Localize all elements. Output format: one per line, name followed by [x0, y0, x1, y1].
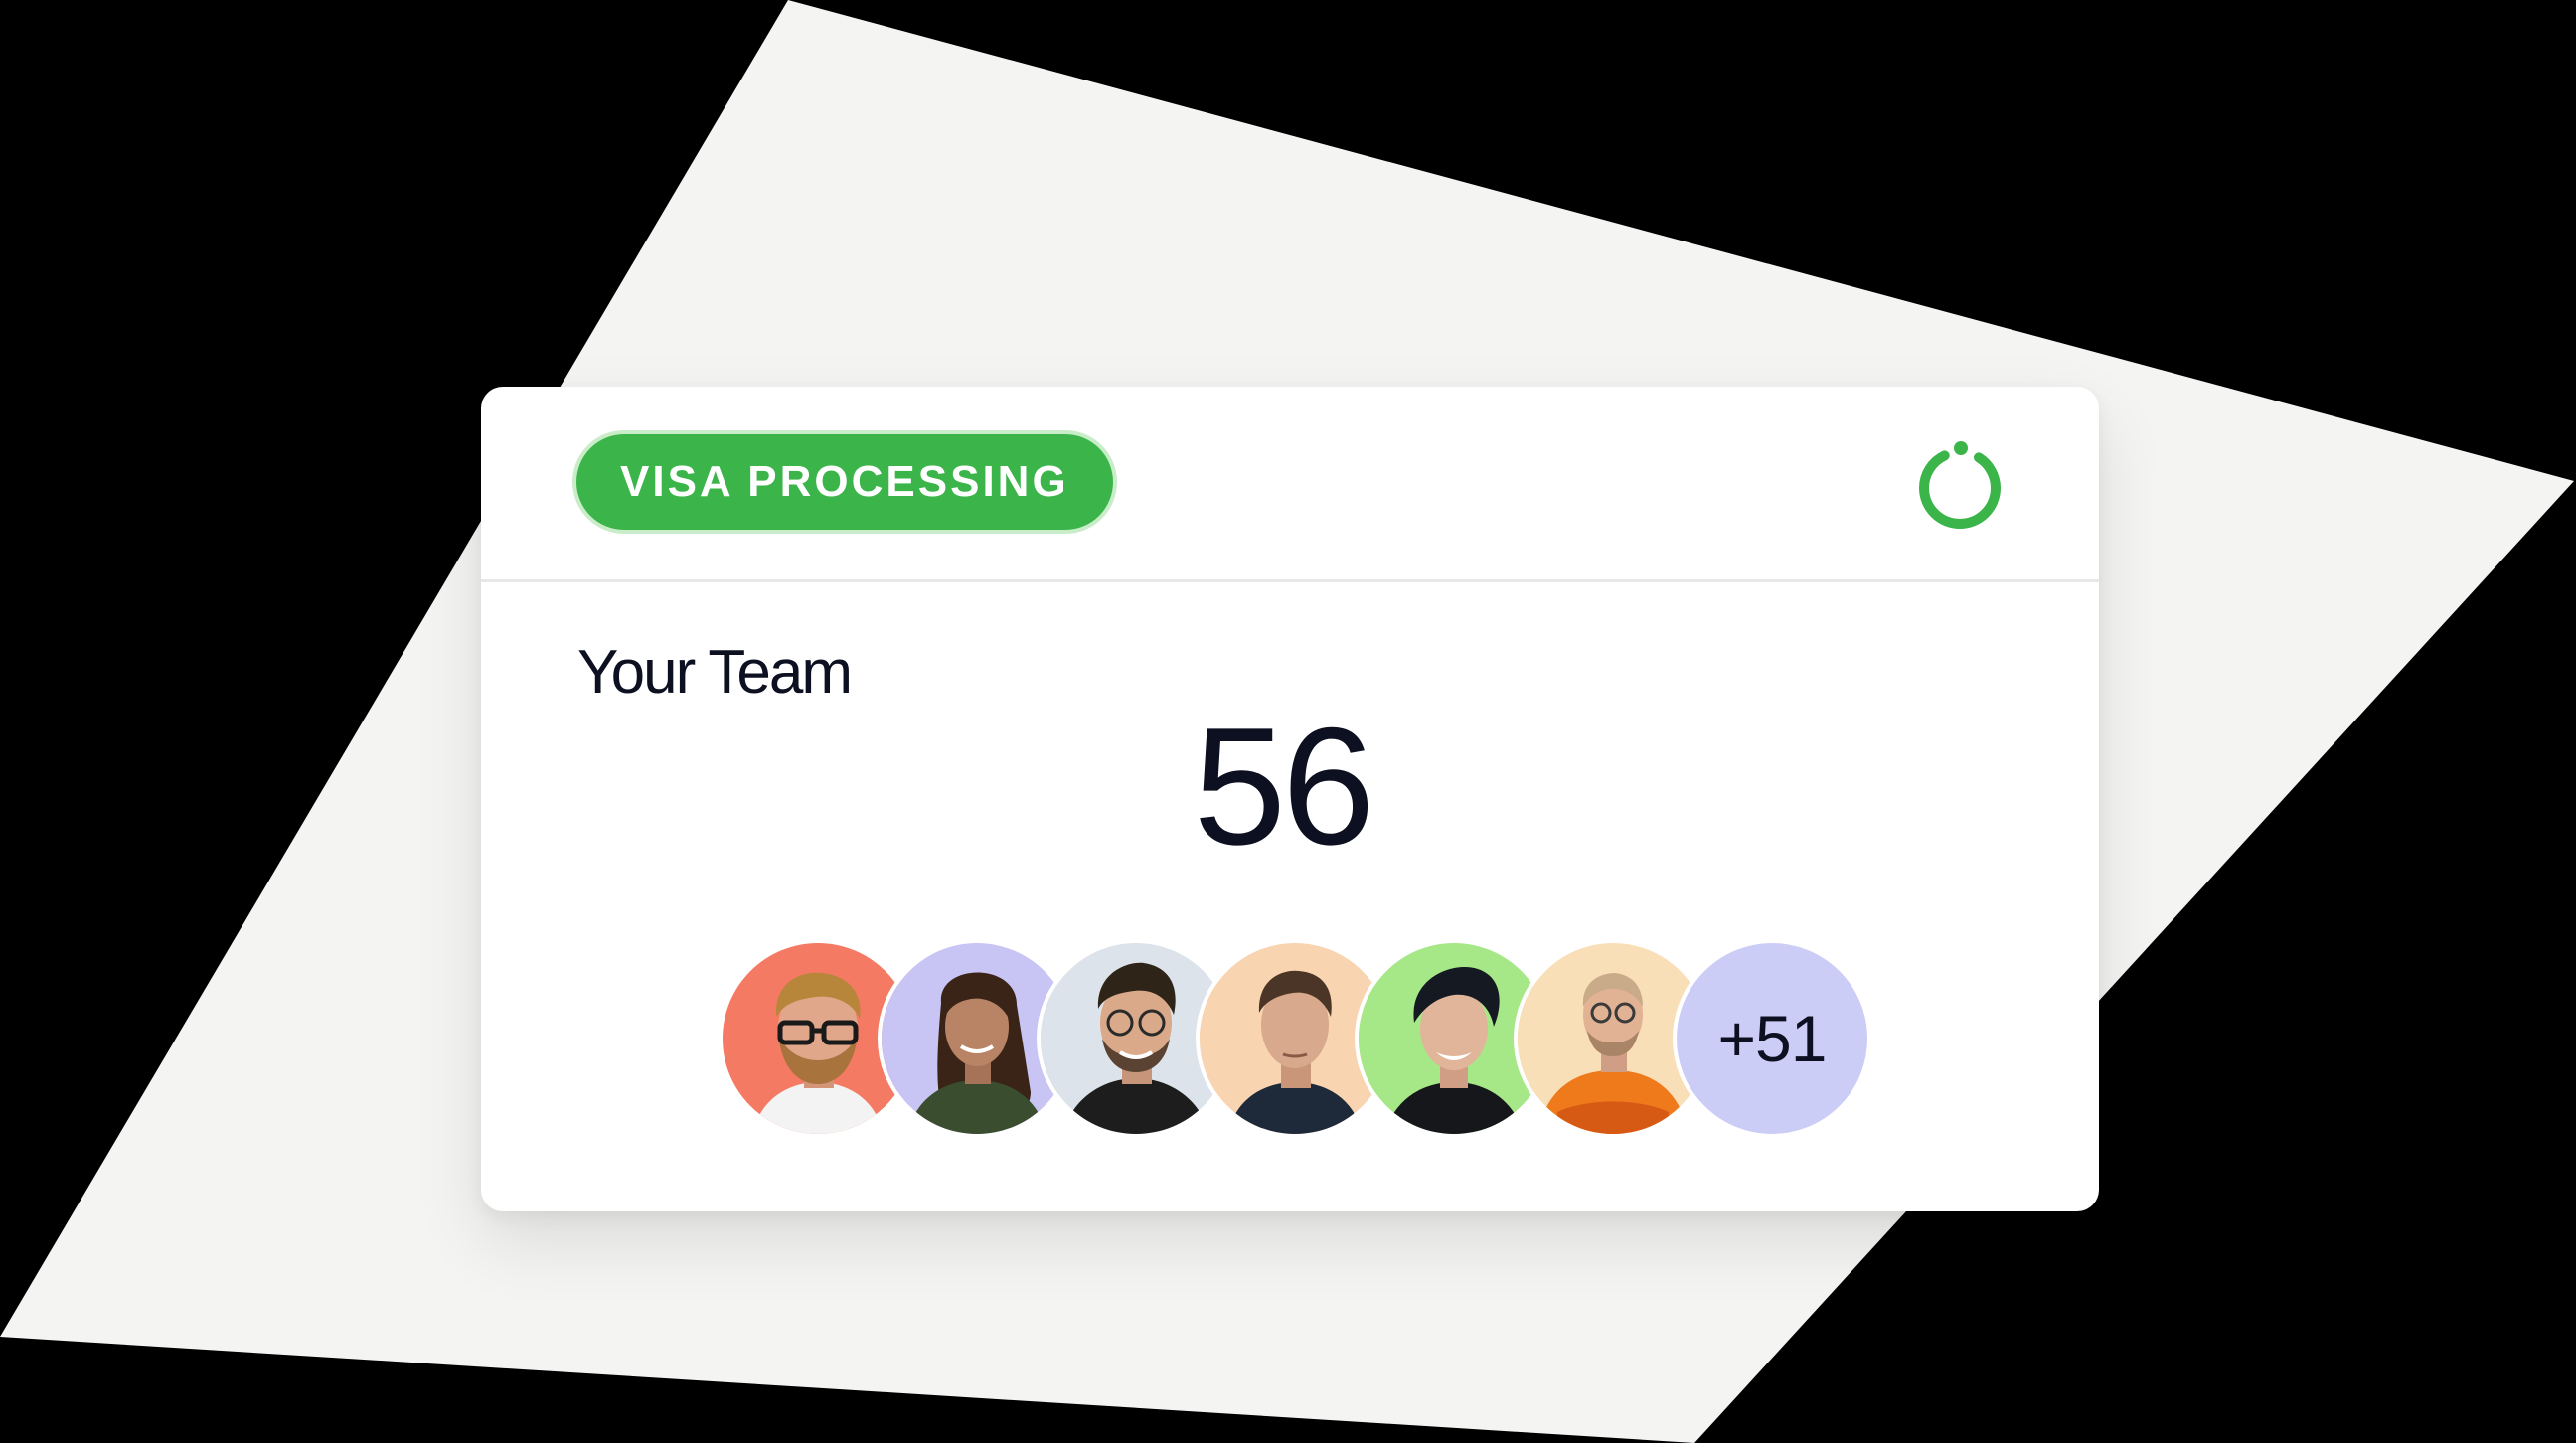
- avatar-stack: +51: [719, 939, 1911, 1138]
- section-title: Your Team: [577, 638, 853, 707]
- team-count: 56: [481, 703, 2099, 870]
- team-count-value: 56: [1193, 693, 1375, 880]
- card-header: VISA PROCESSING: [481, 387, 2099, 582]
- loading-ring-icon: [1919, 441, 2001, 529]
- stage: VISA PROCESSING Your Team 56 +51: [0, 0, 2576, 1443]
- team-card: VISA PROCESSING Your Team 56 +51: [481, 387, 2099, 1211]
- visa-processing-badge[interactable]: VISA PROCESSING: [572, 430, 1117, 534]
- more-members-count[interactable]: +51: [1673, 939, 1871, 1138]
